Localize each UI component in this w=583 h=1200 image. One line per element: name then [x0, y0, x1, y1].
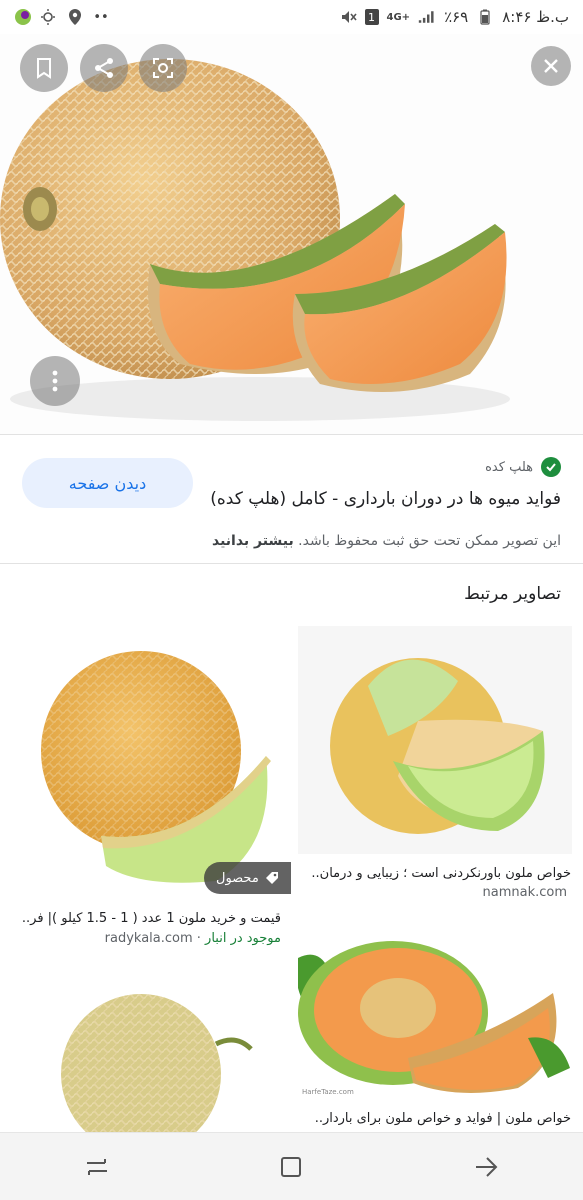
related-image-2[interactable]	[11, 626, 286, 898]
site-name: radykala.com	[104, 931, 193, 946]
more-dots-icon: ••	[93, 9, 109, 25]
close-button[interactable]	[531, 46, 571, 86]
status-right-icons: 1 4G+ ٪۶۹ ۸:۴۶ ب.ظ	[339, 8, 569, 26]
result-title[interactable]: فواید میوه ها در دوران بارداری - کامل (ه…	[210, 489, 561, 509]
copyright-text: این تصویر ممکن تحت حق ثبت محفوظ باشد.	[298, 533, 561, 549]
tag-icon	[265, 872, 278, 884]
visit-page-button[interactable]: دیدن صفحه	[22, 458, 193, 508]
back-button[interactable]	[456, 1137, 516, 1197]
related-image-4[interactable]	[11, 974, 286, 1132]
back-arrow-icon	[475, 1156, 498, 1177]
share-button[interactable]	[80, 44, 128, 92]
related-caption-1[interactable]: خواص ملون باورنکردنی است ؛ زیبایی و درما…	[303, 866, 571, 881]
related-images-heading: تصاویر مرتبط	[464, 584, 561, 604]
more-options-button[interactable]	[30, 356, 80, 406]
close-icon	[544, 59, 558, 73]
source-name: هلپ کده	[485, 459, 533, 475]
weather-icon	[40, 9, 58, 25]
location-icon	[66, 9, 84, 25]
status-bar: •• 1 4G+ ٪۶۹ ۸:۴۶ ب.ظ	[0, 0, 583, 34]
melon-image-1	[298, 626, 572, 854]
more-vert-icon	[52, 370, 58, 392]
battery-icon	[476, 9, 494, 25]
share-icon	[95, 58, 113, 78]
clock: ۸:۴۶ ب.ظ	[502, 8, 569, 26]
sim-icon: 1	[364, 9, 379, 25]
recents-icon	[87, 1158, 108, 1175]
melon-image-3	[298, 928, 572, 1100]
battery-percent: ٪۶۹	[444, 8, 469, 26]
lens-button[interactable]	[139, 44, 187, 92]
learn-more-link[interactable]: بیشتر بدانید	[212, 533, 294, 549]
recent-apps-button[interactable]	[67, 1137, 127, 1197]
related-caption-2[interactable]: قیمت و خرید ملون 1 عدد ( 1 - 1.5 کیلو )|…	[13, 911, 281, 926]
related-image-1[interactable]	[298, 626, 572, 854]
related-image-3[interactable]: HarfeTaze.com	[298, 928, 572, 1100]
copyright-notice: این تصویر ممکن تحت حق ثبت محفوظ باشد. بی…	[212, 533, 561, 549]
product-tag: محصول	[204, 862, 291, 894]
bookmark-button[interactable]	[20, 44, 68, 92]
mute-icon	[339, 9, 357, 25]
stock-status: موجود در انبار	[205, 931, 281, 946]
melon-image-2	[11, 626, 286, 898]
source-row[interactable]: هلپ کده	[485, 457, 561, 477]
system-nav-bar	[0, 1132, 583, 1200]
bookmark-icon	[37, 58, 51, 79]
network-type: 4G+	[386, 11, 411, 23]
lens-icon	[153, 58, 173, 78]
signal-icon	[418, 9, 436, 25]
melon-illustration	[0, 34, 583, 434]
related-site-2: موجود در انبار · radykala.com	[105, 931, 281, 946]
melon-image-4	[11, 974, 286, 1132]
related-caption-3[interactable]: خواص ملون | فواید و خواص ملون برای باردا…	[303, 1111, 571, 1126]
separator: ·	[192, 931, 201, 946]
related-site-1: namnak.com	[482, 885, 568, 900]
verified-check-icon	[541, 457, 561, 477]
result-info-panel: هلپ کده فواید میوه ها در دوران بارداری -…	[0, 434, 583, 564]
watermark: HarfeTaze.com	[302, 1088, 354, 1096]
hero-image[interactable]	[0, 34, 583, 434]
product-tag-label: محصول	[216, 870, 259, 886]
home-icon	[281, 1156, 302, 1177]
home-button[interactable]	[261, 1137, 321, 1197]
status-left-icons: ••	[14, 9, 110, 25]
app-icon	[14, 9, 32, 25]
